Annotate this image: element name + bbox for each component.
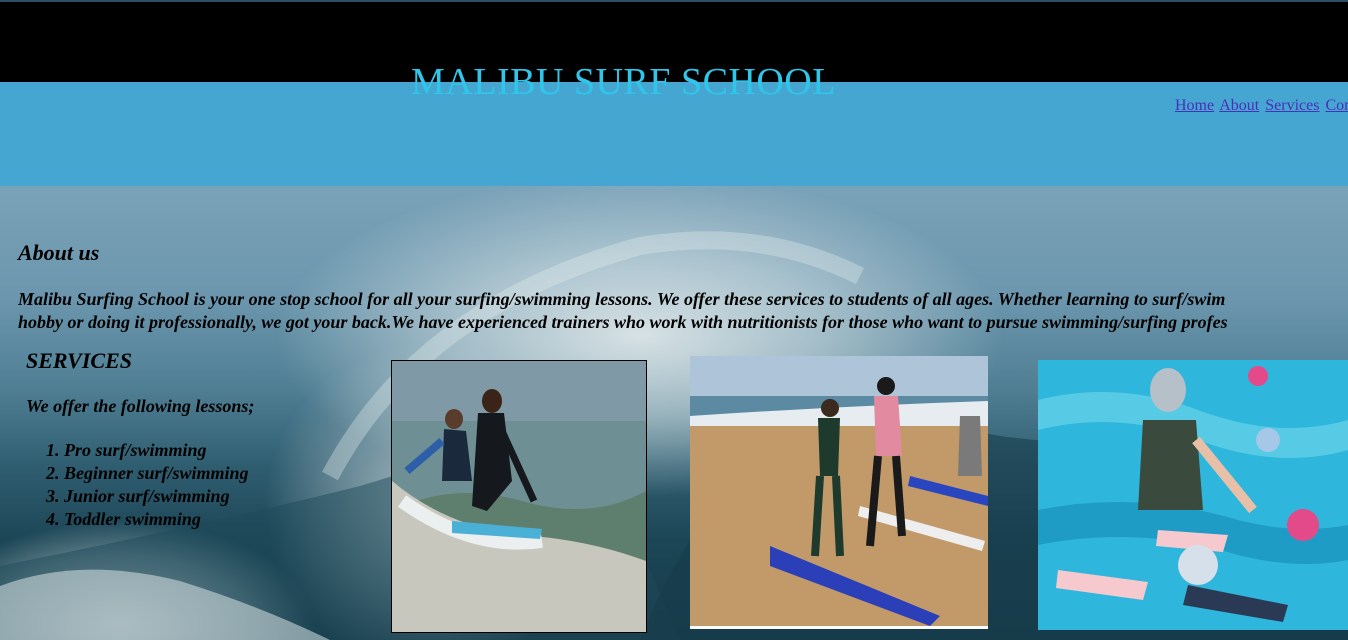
beach-lesson-photo — [690, 356, 988, 629]
lessons-list: 1. Pro surf/swimming 2. Beginner surf/sw… — [46, 439, 249, 531]
services-intro: We offer the following lessons; — [26, 396, 255, 416]
surf-lesson-photo — [391, 360, 647, 633]
about-line-1: Malibu Surfing School is your one stop s… — [18, 289, 1226, 309]
services-heading: SERVICES — [26, 348, 133, 373]
lesson-item: 4. Toddler swimming — [46, 509, 201, 529]
about-heading: About us — [18, 240, 100, 265]
swimming-lesson-photo — [1038, 360, 1348, 630]
nav-services-link[interactable]: Services — [1265, 97, 1319, 114]
about-line-2: hobby or doing it professionally, we got… — [18, 312, 1228, 332]
site-title: MALIBU SURF SCHOOL — [411, 61, 836, 103]
lesson-item: 3. Junior surf/swimming — [46, 486, 230, 506]
nav-about-link[interactable]: About — [1219, 97, 1259, 114]
nav-home-link[interactable]: Home — [1175, 97, 1214, 114]
lesson-item: 2. Beginner surf/swimming — [46, 463, 249, 483]
lesson-item: 1. Pro surf/swimming — [46, 440, 207, 460]
nav-contact-link[interactable]: Con — [1325, 97, 1348, 114]
main-nav: Home About Services Con — [1175, 97, 1348, 115]
about-paragraph: Malibu Surfing School is your one stop s… — [18, 288, 1338, 334]
